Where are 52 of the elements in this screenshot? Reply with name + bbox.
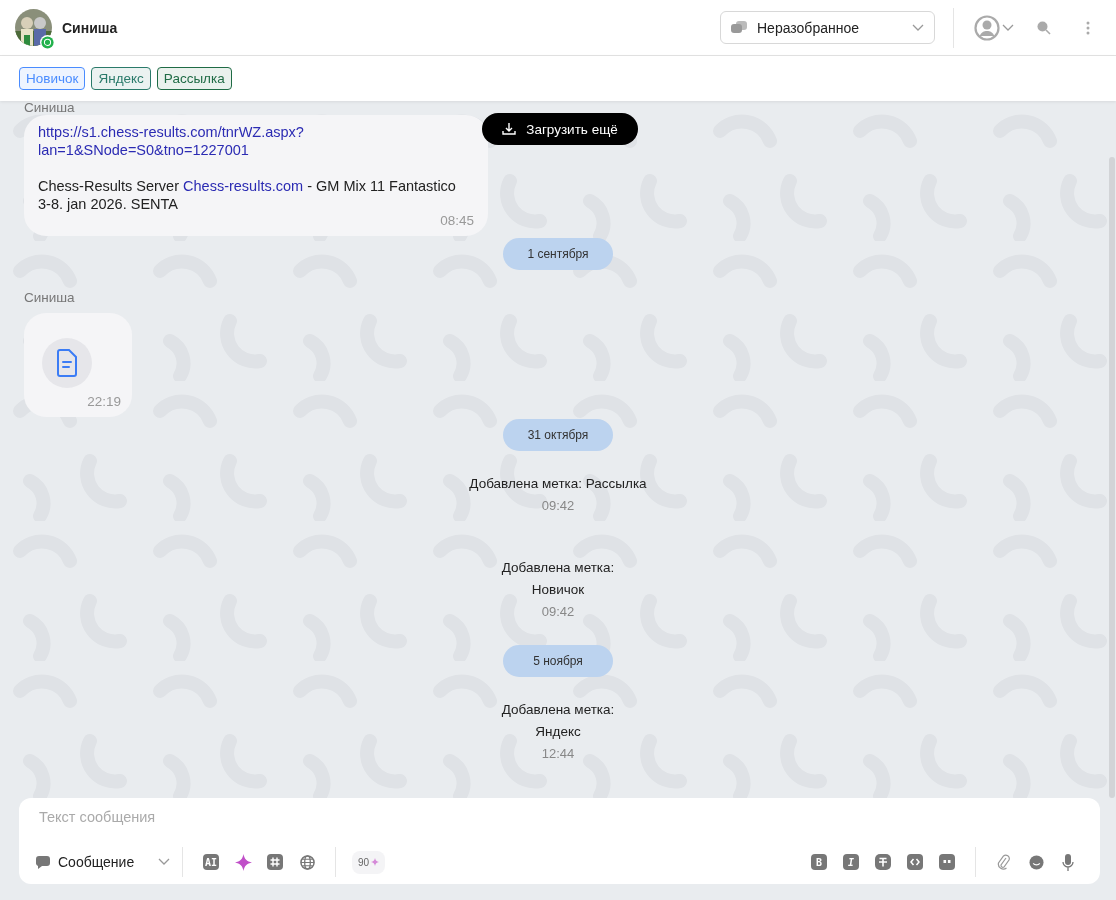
sender-name: Синиша [24, 101, 75, 115]
quote-icon [939, 854, 955, 870]
download-icon [502, 122, 517, 136]
date-separator: 31 октября [503, 419, 613, 451]
ai-button[interactable]: AI [195, 850, 227, 874]
message-link[interactable]: https://s1.chess-results.com/tnrWZ.aspx? lan=1&SNode=S0&tno=1227001 [38, 123, 304, 159]
tag[interactable]: Яндекс [91, 67, 151, 90]
search-button[interactable] [1036, 19, 1052, 36]
hashtag-icon [267, 854, 283, 870]
more-menu-button[interactable] [1086, 20, 1090, 35]
event-text: Добавлена метка: Новичок [501, 559, 615, 599]
microphone-icon [1062, 853, 1074, 871]
event-time: 12:44 [541, 745, 575, 763]
credits-count: 90 [358, 856, 370, 868]
strikethrough-icon [875, 854, 891, 870]
chat-bubble-icon [36, 855, 50, 869]
chevron-down-icon [912, 23, 924, 32]
event-text: Добавлена метка: Яндекс [501, 701, 615, 741]
bold-button[interactable]: B [803, 850, 835, 874]
paperclip-icon [997, 853, 1011, 871]
message-text: Chess-Results Server Chess-results.com - GM Mix 11 Fantastico 3-8. jan 2026. SENTA [38, 177, 457, 213]
sender-name: Синиша [24, 290, 75, 306]
contact-name: Синиша [62, 19, 118, 36]
document-icon [56, 349, 78, 377]
scrollbar-thumb[interactable] [1109, 157, 1115, 798]
event-time: 09:42 [541, 497, 575, 515]
chevron-down-icon [1002, 23, 1014, 32]
chat-bubbles-icon [731, 20, 747, 35]
sparkle-icon [234, 853, 252, 871]
user-menu-button[interactable] [974, 14, 1014, 41]
date-separator: 1 сентября [503, 238, 613, 270]
code-icon [907, 854, 923, 870]
search-icon [1036, 19, 1052, 36]
italic-button[interactable]: I [835, 850, 867, 874]
message-link[interactable]: Chess-results.com [183, 178, 304, 194]
more-vertical-icon [1086, 20, 1090, 35]
whatsapp-badge-icon [40, 35, 55, 50]
tag[interactable]: Рассылка [156, 67, 232, 90]
message-time: 22:19 [87, 394, 121, 410]
chevron-down-icon [158, 858, 170, 866]
date-separator: 5 ноября [503, 645, 613, 677]
tag[interactable]: Новичок [19, 67, 86, 90]
load-more-button[interactable]: Загрузить ещё [482, 113, 638, 145]
event-text: Добавлена метка: Рассылка [469, 475, 647, 493]
globe-icon [299, 854, 315, 870]
smiley-icon [1028, 854, 1044, 870]
user-avatar-icon [974, 14, 1000, 41]
sparkle-icon [371, 858, 380, 866]
message-time: 08:45 [440, 213, 474, 229]
folder-select[interactable]: Неразобранное [720, 11, 935, 44]
message-type-select[interactable]: Сообщение [36, 854, 170, 870]
event-time: 09:42 [541, 603, 575, 621]
